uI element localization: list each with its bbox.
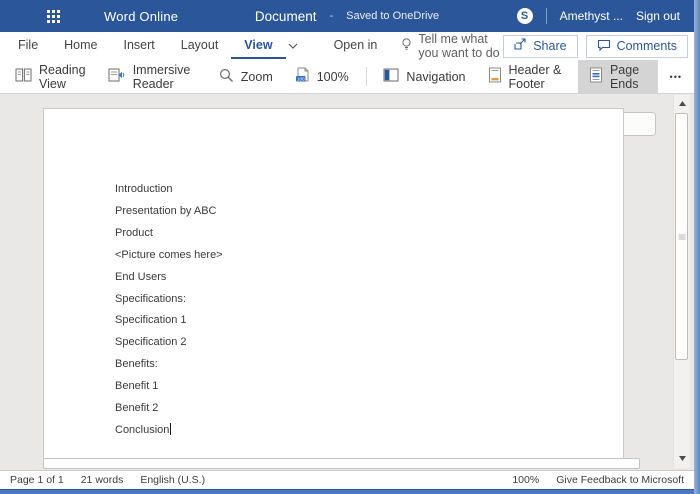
scroll-up-button[interactable] bbox=[674, 95, 690, 111]
feedback-link[interactable]: Give Feedback to Microsoft bbox=[556, 474, 684, 486]
header-footer-icon bbox=[488, 67, 502, 86]
statusbar: Page 1 of 1 21 words English (U.S.) 100%… bbox=[0, 470, 694, 489]
comment-icon bbox=[597, 39, 611, 54]
doc-line[interactable]: Specification 1 bbox=[115, 310, 223, 332]
word-online-window: Word Online Document - Saved to OneDrive… bbox=[0, 0, 700, 494]
doc-line[interactable]: Specification 2 bbox=[115, 332, 223, 354]
page-ends-icon bbox=[589, 67, 603, 86]
zoom-label: Zoom bbox=[241, 70, 273, 84]
zoom-100-icon: 100 bbox=[295, 67, 310, 86]
page-count: Page 1 of 1 bbox=[10, 474, 64, 486]
tab-insert[interactable]: Insert bbox=[111, 33, 168, 59]
app-name: Word Online bbox=[104, 9, 178, 24]
tab-view[interactable]: View bbox=[231, 33, 285, 59]
tab-file[interactable]: File bbox=[5, 33, 51, 59]
tab-home[interactable]: Home bbox=[51, 33, 110, 59]
zoom-icon bbox=[219, 68, 234, 86]
reading-view-icon bbox=[15, 68, 32, 85]
sign-out-link[interactable]: Sign out bbox=[636, 9, 680, 23]
doc-line[interactable]: End Users bbox=[115, 267, 223, 289]
horizontal-scrollbar-thumb[interactable] bbox=[43, 458, 640, 469]
document-text[interactable]: Introduction Presentation by ABC Product… bbox=[115, 179, 223, 442]
topbar-right: S Amethyst ... Sign out bbox=[517, 8, 694, 24]
scroll-down-button[interactable] bbox=[674, 450, 690, 466]
horizontal-scrollbar[interactable] bbox=[0, 458, 666, 470]
tell-me-label: Tell me what you want to do bbox=[418, 32, 503, 60]
window-frame-bottom bbox=[0, 489, 700, 494]
lightbulb-icon bbox=[401, 38, 412, 54]
navigation-button[interactable]: Navigation bbox=[372, 60, 476, 93]
app-launcher-waffle-icon[interactable] bbox=[47, 10, 60, 23]
window-frame-right bbox=[694, 0, 700, 494]
doc-line[interactable]: Specifications: bbox=[115, 289, 223, 311]
header-footer-button[interactable]: Header & Footer bbox=[477, 60, 578, 93]
doc-line[interactable]: Benefits: bbox=[115, 354, 223, 376]
zoom-button[interactable]: Zoom bbox=[208, 60, 284, 93]
save-status: Saved to OneDrive bbox=[346, 10, 439, 22]
header-footer-label: Header & Footer bbox=[509, 63, 567, 91]
doc-line[interactable]: Presentation by ABC bbox=[115, 201, 223, 223]
share-label: Share bbox=[533, 39, 566, 53]
comments-label: Comments bbox=[617, 39, 677, 53]
comments-button[interactable]: Comments bbox=[586, 35, 688, 58]
doc-line[interactable]: Product bbox=[115, 223, 223, 245]
doc-line[interactable]: Benefit 2 bbox=[115, 398, 223, 420]
share-button[interactable]: Share bbox=[503, 35, 577, 58]
menubar: File Home Insert Layout View Open in Wor… bbox=[0, 32, 694, 60]
statusbar-right: 100% Give Feedback to Microsoft bbox=[512, 474, 694, 486]
topbar: Word Online Document - Saved to OneDrive… bbox=[0, 0, 694, 32]
page-ends-label: Page Ends bbox=[610, 63, 647, 91]
page-ends-button[interactable]: Page Ends bbox=[578, 60, 658, 93]
vertical-scrollbar-thumb[interactable] bbox=[675, 113, 688, 360]
doc-line[interactable]: <Picture comes here> bbox=[115, 245, 223, 267]
tell-me-box[interactable]: Tell me what you want to do bbox=[401, 32, 503, 60]
user-name[interactable]: Amethyst ... bbox=[560, 9, 623, 23]
reading-view-label: Reading View bbox=[39, 63, 86, 91]
document-canvas: Introduction Presentation by ABC Product… bbox=[0, 94, 694, 470]
language-indicator[interactable]: English (U.S.) bbox=[140, 474, 205, 486]
document-page[interactable]: Introduction Presentation by ABC Product… bbox=[43, 108, 624, 458]
statusbar-left: Page 1 of 1 21 words English (U.S.) bbox=[0, 474, 205, 486]
chevron-down-icon[interactable] bbox=[288, 43, 298, 49]
doc-line[interactable]: Conclusion bbox=[115, 420, 223, 442]
word-count: 21 words bbox=[81, 474, 124, 486]
svg-text:100: 100 bbox=[297, 76, 305, 81]
zoom-100-label: 100% bbox=[317, 70, 349, 84]
doc-line[interactable]: Benefit 1 bbox=[115, 376, 223, 398]
ribbon-overflow-button[interactable]: ••• bbox=[658, 60, 694, 93]
immersive-reader-icon bbox=[108, 68, 126, 85]
open-in-word-button[interactable]: Open in Word bbox=[324, 33, 390, 59]
doc-line-text: Conclusion bbox=[115, 424, 169, 436]
menu-actions: Share Comments bbox=[503, 35, 694, 58]
tab-layout[interactable]: Layout bbox=[168, 33, 232, 59]
navigation-label: Navigation bbox=[406, 70, 465, 84]
ribbon-divider bbox=[366, 67, 367, 86]
scrollbar-grip bbox=[678, 234, 685, 239]
document-title[interactable]: Document bbox=[255, 9, 317, 24]
topbar-divider bbox=[546, 8, 547, 24]
reading-view-button[interactable]: Reading View bbox=[4, 60, 97, 93]
text-cursor bbox=[170, 423, 171, 435]
title-separator: - bbox=[329, 10, 333, 22]
immersive-reader-button[interactable]: Immersive Reader bbox=[97, 60, 208, 93]
vertical-scrollbar[interactable] bbox=[673, 95, 690, 468]
zoom-100-button[interactable]: 100 100% bbox=[284, 60, 360, 93]
zoom-level[interactable]: 100% bbox=[512, 474, 539, 486]
immersive-reader-label: Immersive Reader bbox=[133, 63, 197, 91]
view-ribbon: Reading View Immersive Reader Zoom 100 1… bbox=[0, 60, 694, 94]
document-title-group: Document - Saved to OneDrive bbox=[255, 9, 439, 24]
skype-icon[interactable]: S bbox=[517, 8, 533, 24]
share-icon bbox=[514, 38, 527, 54]
navigation-icon bbox=[383, 68, 399, 85]
doc-line[interactable]: Introduction bbox=[115, 179, 223, 201]
